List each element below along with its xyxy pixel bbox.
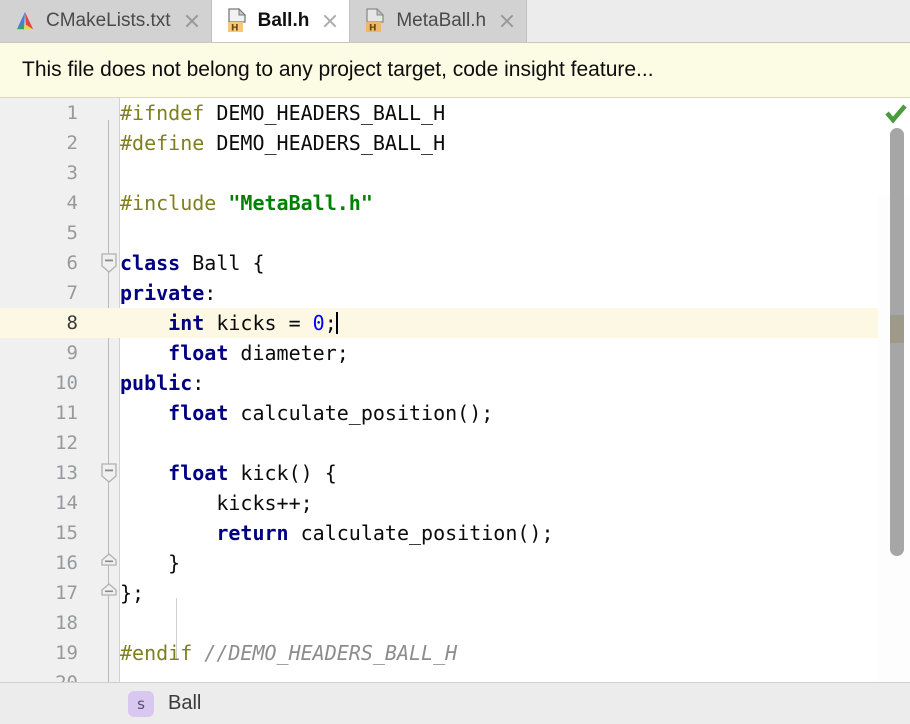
- code-row[interactable]: 10 public:: [0, 368, 910, 398]
- line-number: 1: [66, 102, 78, 124]
- tab-divider: [526, 0, 528, 42]
- code-row[interactable]: 13 float kick() {: [0, 458, 910, 488]
- line-number: 18: [55, 612, 78, 634]
- editor-window: CMakeLists.txt H Ball.h H MetaBall.h Thi…: [0, 0, 910, 724]
- line-number: 15: [55, 522, 78, 544]
- line-number: 5: [66, 222, 78, 244]
- svg-text:H: H: [369, 23, 377, 33]
- tab-label: MetaBall.h: [396, 10, 487, 31]
- code-row[interactable]: 4 #include "MetaBall.h": [0, 188, 910, 218]
- code-row[interactable]: 1 #ifndef DEMO_HEADERS_BALL_H: [0, 98, 910, 128]
- code-row[interactable]: 15 return calculate_position();: [0, 518, 910, 548]
- code-editor[interactable]: 1 #ifndef DEMO_HEADERS_BALL_H 2 #define …: [0, 98, 910, 682]
- line-content: #define DEMO_HEADERS_BALL_H: [120, 131, 446, 155]
- fold-end-icon[interactable]: [98, 578, 120, 608]
- code-row[interactable]: 9 float diameter;: [0, 338, 910, 368]
- tab-label: CMakeLists.txt: [46, 10, 171, 31]
- line-content: private:: [120, 281, 217, 305]
- line-number: 3: [66, 162, 78, 184]
- scrollbar-current-line-marker: [890, 315, 904, 343]
- project-target-notification-banner[interactable]: This file does not belong to any project…: [0, 42, 910, 98]
- line-number: 2: [66, 132, 78, 154]
- line-content: };: [120, 581, 145, 605]
- tab-ball-h[interactable]: H Ball.h: [211, 0, 350, 42]
- header-file-icon: H: [226, 8, 248, 34]
- breadcrumb-item-ball[interactable]: Ball: [168, 692, 201, 715]
- close-icon[interactable]: [321, 12, 339, 30]
- line-number: 11: [55, 402, 78, 424]
- line-content: return calculate_position();: [216, 521, 554, 545]
- code-row[interactable]: 7 private:: [0, 278, 910, 308]
- code-row[interactable]: 19 #endif //DEMO_HEADERS_BALL_H: [0, 638, 910, 668]
- close-icon[interactable]: [498, 12, 516, 30]
- line-content: }: [120, 551, 181, 575]
- fold-toggle-icon[interactable]: [98, 458, 120, 488]
- line-number: 16: [55, 552, 78, 574]
- code-row[interactable]: 20: [0, 668, 910, 682]
- text-caret: [335, 312, 338, 334]
- line-number: 7: [66, 282, 78, 304]
- line-content: #endif //DEMO_HEADERS_BALL_H: [120, 641, 458, 665]
- line-content: float calculate_position();: [168, 401, 494, 425]
- code-row[interactable]: 12: [0, 428, 910, 458]
- line-number: 12: [55, 432, 78, 454]
- code-row[interactable]: 3: [0, 158, 910, 188]
- code-row[interactable]: 6 class Ball {: [0, 248, 910, 278]
- code-row[interactable]: 14 kicks++;: [0, 488, 910, 518]
- tab-cmakelists-txt[interactable]: CMakeLists.txt: [0, 0, 211, 42]
- class-symbol-icon: s: [128, 690, 154, 717]
- line-number: 17: [55, 582, 78, 604]
- line-content: float kick() {: [168, 461, 337, 485]
- code-row[interactable]: 17 };: [0, 578, 910, 608]
- line-number: 4: [66, 192, 78, 214]
- code-row[interactable]: 5: [0, 218, 910, 248]
- editor-tab-bar: CMakeLists.txt H Ball.h H MetaBall.h: [0, 0, 910, 42]
- code-row[interactable]: 2 #define DEMO_HEADERS_BALL_H: [0, 128, 910, 158]
- code-row[interactable]: 18: [0, 608, 910, 638]
- line-number: 8: [66, 312, 78, 334]
- cmake-icon: [14, 10, 36, 32]
- line-content: class Ball {: [120, 251, 265, 275]
- line-number: 14: [55, 492, 78, 514]
- line-number: 10: [55, 372, 78, 394]
- code-row[interactable]: 11 float calculate_position();: [0, 398, 910, 428]
- fold-end-icon[interactable]: [98, 548, 120, 578]
- line-number: 6: [66, 252, 78, 274]
- line-number: 9: [66, 342, 78, 364]
- fold-toggle-icon[interactable]: [98, 248, 120, 278]
- code-row[interactable]: 16 }: [0, 548, 910, 578]
- line-content: #include "MetaBall.h": [120, 191, 373, 215]
- code-lines: 1 #ifndef DEMO_HEADERS_BALL_H 2 #define …: [0, 98, 910, 682]
- code-row-current[interactable]: 8 int kicks = 0;: [0, 308, 910, 338]
- tab-label: Ball.h: [257, 10, 310, 31]
- banner-message: This file does not belong to any project…: [22, 58, 654, 81]
- line-number: 20: [0, 668, 78, 682]
- line-content: kicks++;: [120, 491, 313, 515]
- breadcrumb-bar: s Ball: [0, 682, 910, 724]
- line-content: int kicks = 0;: [168, 311, 338, 335]
- header-file-icon: H: [364, 8, 386, 34]
- tab-metaball-h[interactable]: H MetaBall.h: [350, 0, 527, 42]
- line-number: 19: [55, 642, 78, 664]
- line-number: 13: [55, 462, 78, 484]
- line-content: float diameter;: [168, 341, 349, 365]
- svg-text:H: H: [231, 23, 239, 33]
- line-content: public:: [120, 371, 205, 395]
- close-icon[interactable]: [183, 12, 201, 30]
- line-content: #ifndef DEMO_HEADERS_BALL_H: [120, 101, 446, 125]
